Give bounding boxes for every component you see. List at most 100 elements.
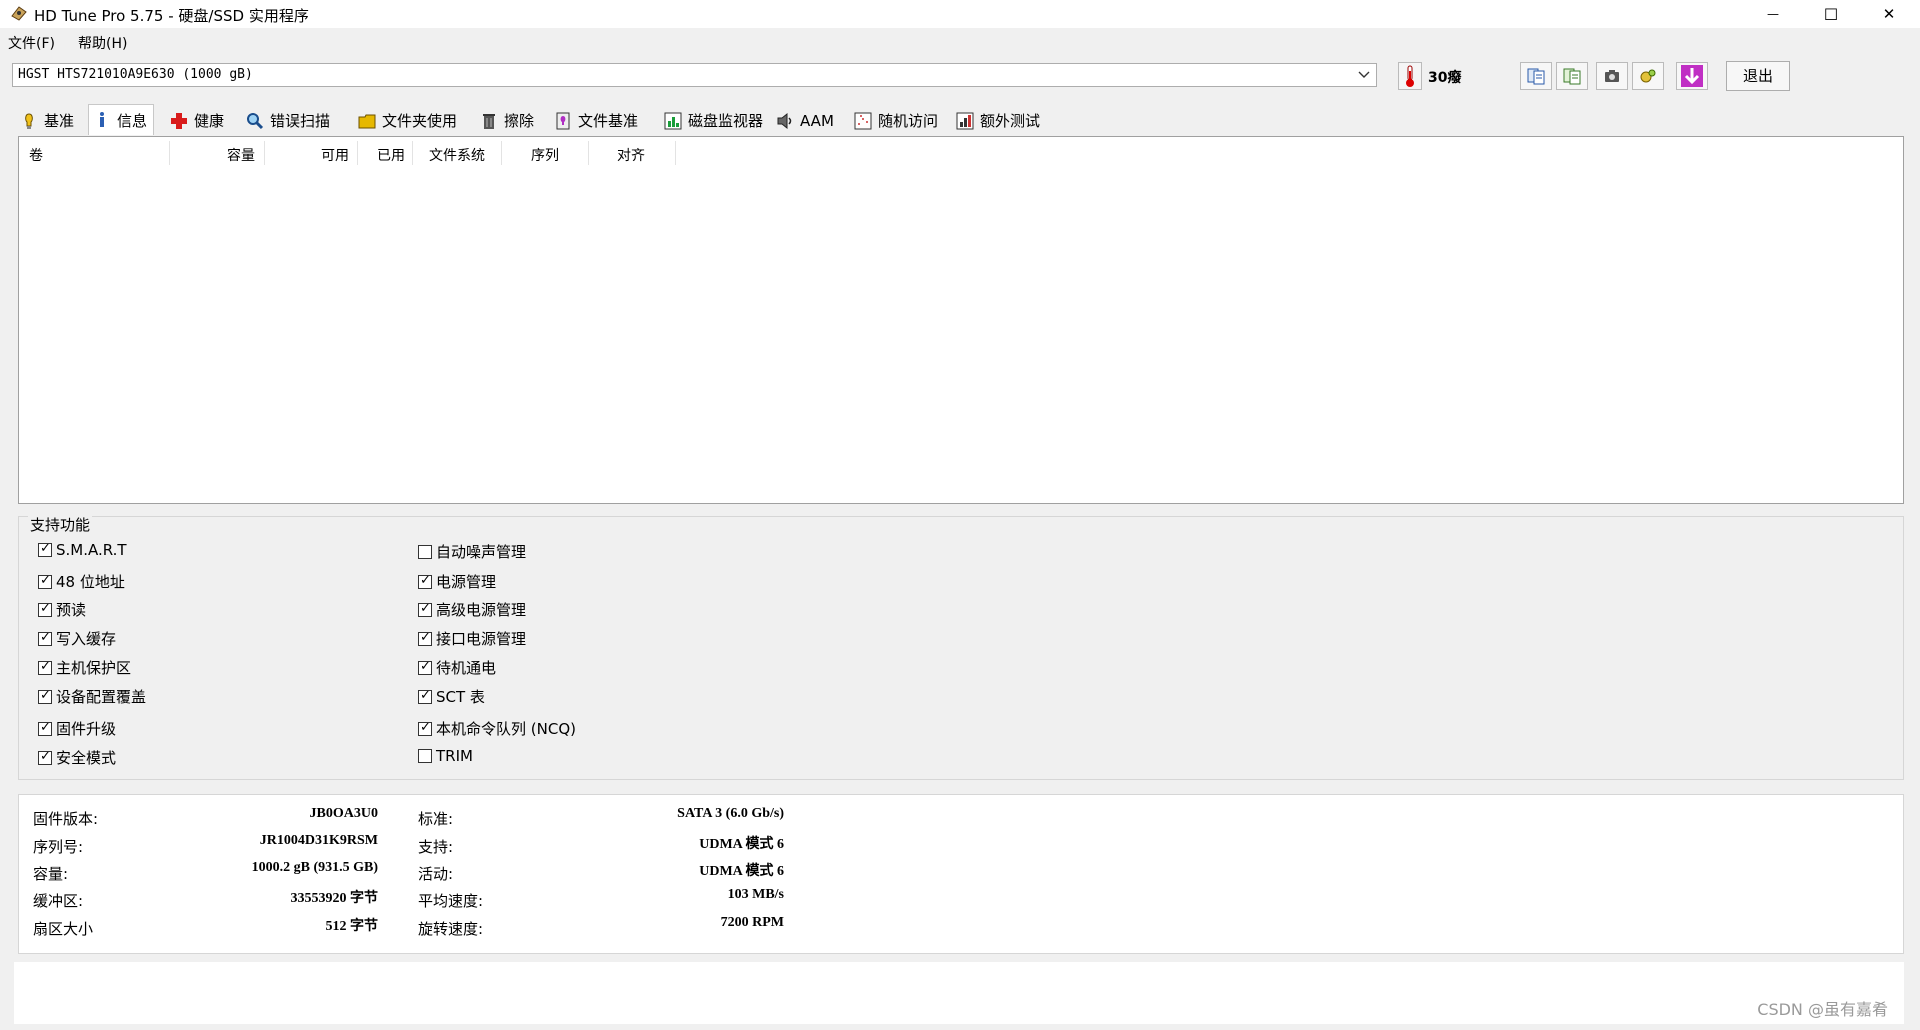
checkbox[interactable] [38, 541, 52, 557]
feature-sct-tables[interactable]: SCT 表 [418, 686, 485, 707]
checkbox[interactable] [38, 688, 52, 704]
rotation-speed-label: 旋转速度: [418, 920, 484, 938]
checkbox[interactable] [38, 659, 52, 675]
tab-random-access[interactable]: 随机访问 [850, 106, 948, 135]
copy-all-button[interactable] [1556, 62, 1588, 90]
menu-help[interactable]: 帮助(H) [78, 33, 127, 53]
capacity-label: 容量: [33, 865, 69, 883]
checkbox[interactable] [38, 601, 52, 617]
checkbox[interactable] [38, 749, 52, 765]
column-separator[interactable] [357, 141, 358, 165]
tab-extra-tests[interactable]: 额外测试 [952, 106, 1052, 135]
standard-label: 标准: [418, 810, 454, 828]
status-area: CSDN @虽有嘉肴 [14, 962, 1904, 1024]
feature-label: 接口电源管理 [436, 630, 527, 648]
feature-interface-power-management[interactable]: 接口电源管理 [418, 628, 526, 649]
tab-folder-usage[interactable]: 文件夹使用 [354, 106, 474, 135]
average-speed-value: 103 MB/s [727, 887, 784, 902]
copy-icon [1527, 68, 1545, 85]
column-separator[interactable] [501, 141, 502, 165]
column-separator[interactable] [169, 141, 170, 165]
info-icon [100, 112, 104, 127]
column-header-free[interactable]: 可用 [321, 145, 349, 165]
column-separator[interactable] [588, 141, 589, 165]
feature-trim[interactable]: TRIM [418, 747, 473, 765]
supported-value: UDMA 模式 6 [699, 837, 784, 852]
erase-icon [483, 113, 495, 129]
tab-erase[interactable]: 擦除 [476, 106, 546, 135]
menu-bar: 文件(F) 帮助(H) [0, 28, 1920, 54]
column-header-volume[interactable]: 卷 [29, 145, 43, 165]
exit-button[interactable]: 退出 [1726, 61, 1790, 91]
tab-info[interactable]: 信息 [88, 104, 154, 135]
feature-firmware-upgrade[interactable]: 固件升级 [38, 718, 116, 739]
column-header-filesystem[interactable]: 文件系统 [429, 145, 485, 165]
copy-info-button[interactable] [1520, 62, 1552, 90]
checkbox[interactable] [418, 659, 432, 675]
file-benchmark-icon [556, 112, 570, 129]
drive-select[interactable]: HGST HTS721010A9E630 (1000 gB) [12, 63, 1377, 87]
extra-tests-icon [956, 112, 974, 129]
feature-device-config-overlay[interactable]: 设备配置覆盖 [38, 686, 146, 707]
checkbox[interactable] [418, 630, 432, 646]
maximize-button[interactable]: ☐ [1802, 0, 1860, 28]
feature-48bit-address[interactable]: 48 位地址 [38, 571, 125, 592]
tab-label: 基准 [44, 112, 75, 130]
feature-write-cache[interactable]: 写入缓存 [38, 628, 116, 649]
firmware-value: JB0OA3U0 [309, 806, 378, 821]
camera-icon [1605, 70, 1619, 82]
serial-value: JR1004D31K9RSM [259, 833, 378, 848]
feature-host-protected-area[interactable]: 主机保护区 [38, 657, 131, 678]
menu-file[interactable]: 文件(F) [8, 33, 55, 53]
screenshot-button[interactable] [1596, 62, 1628, 90]
feature-security-mode[interactable]: 安全模式 [38, 747, 116, 768]
feature-read-ahead[interactable]: 预读 [38, 599, 86, 620]
chevron-down-icon [1358, 71, 1370, 78]
feature-power-up-in-standby[interactable]: 待机通电 [418, 657, 496, 678]
error-scan-icon [247, 112, 264, 129]
checkbox[interactable] [418, 544, 432, 559]
column-header-capacity[interactable]: 容量 [227, 145, 255, 165]
checkbox[interactable] [38, 630, 52, 646]
checkbox[interactable] [418, 688, 432, 704]
checkbox[interactable] [418, 573, 432, 589]
disk-monitor-icon [664, 112, 682, 129]
feature-label: 高级电源管理 [436, 601, 527, 619]
save-button[interactable] [1676, 62, 1708, 90]
random-access-icon [854, 112, 872, 129]
options-button[interactable] [1632, 62, 1664, 90]
column-header-serial[interactable]: 序列 [531, 145, 559, 165]
checkbox[interactable] [38, 573, 52, 589]
tab-error-scan[interactable]: 错误扫描 [242, 106, 352, 135]
watermark: CSDN @虽有嘉肴 [1757, 1000, 1888, 1019]
feature-advanced-power-management[interactable]: 高级电源管理 [418, 599, 526, 620]
column-header-used[interactable]: 已用 [377, 145, 405, 165]
feature-label: 主机保护区 [56, 659, 132, 677]
column-header-alignment[interactable]: 对齐 [617, 145, 645, 165]
tab-disk-monitor[interactable]: 磁盘监视器 [660, 106, 770, 135]
checkbox[interactable] [38, 720, 52, 736]
column-separator[interactable] [412, 141, 413, 165]
checkbox[interactable] [418, 601, 432, 617]
tab-file-benchmark[interactable]: 文件基准 [550, 106, 658, 135]
feature-label: 预读 [56, 601, 87, 619]
feature-smart[interactable]: S.M.A.R.T [38, 541, 127, 559]
buffer-label: 缓冲区: [33, 892, 84, 910]
sector-size-value: 512 字节 [325, 919, 379, 934]
feature-label: 待机通电 [436, 659, 497, 677]
tab-aam[interactable]: AAM [772, 106, 846, 135]
feature-automatic-acoustic-management[interactable]: 自动噪声管理 [418, 541, 526, 562]
tab-benchmark[interactable]: 基准 [16, 106, 86, 135]
column-separator[interactable] [675, 141, 676, 165]
feature-power-management[interactable]: 电源管理 [418, 571, 496, 592]
close-button[interactable]: ✕ [1860, 0, 1918, 28]
minimize-button[interactable]: — [1744, 0, 1802, 28]
checkbox[interactable] [418, 720, 432, 736]
checkbox[interactable] [418, 749, 432, 763]
buffer-value: 33553920 字节 [290, 891, 379, 906]
feature-ncq[interactable]: 本机命令队列 (NCQ) [418, 718, 576, 739]
column-separator[interactable] [264, 141, 265, 165]
tab-health[interactable]: 健康 [166, 106, 238, 135]
features-title: 支持功能 [28, 514, 93, 535]
feature-label: 安全模式 [56, 749, 117, 767]
